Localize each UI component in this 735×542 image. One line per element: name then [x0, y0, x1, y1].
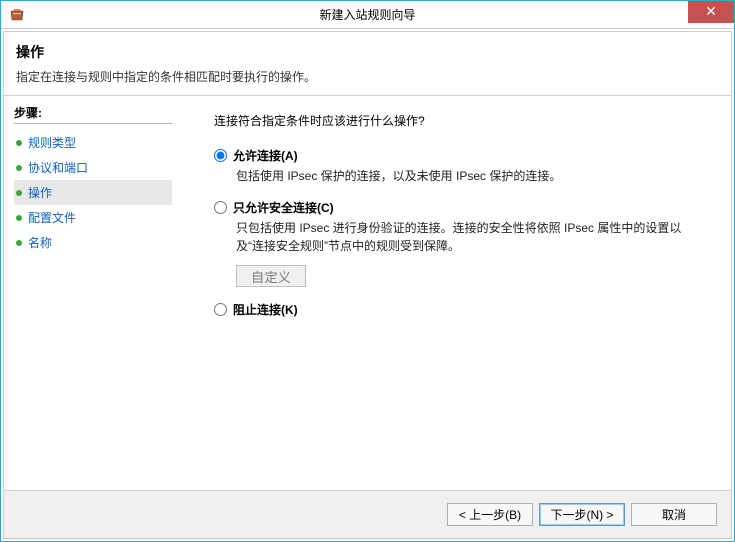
option-allow: 允许连接(A) 包括使用 IPsec 保护的连接，以及未使用 IPsec 保护的… [214, 147, 711, 185]
step-profile[interactable]: 配置文件 [14, 205, 172, 230]
content: 操作 指定在连接与规则中指定的条件相匹配时要执行的操作。 步骤: 规则类型 协议… [3, 31, 732, 539]
step-link[interactable]: 规则类型 [28, 134, 76, 151]
bullet-icon [16, 140, 22, 146]
cancel-button[interactable]: 取消 [631, 503, 717, 526]
step-link[interactable]: 协议和端口 [28, 159, 88, 176]
page-description: 指定在连接与规则中指定的条件相匹配时要执行的操作。 [16, 68, 719, 85]
window-title: 新建入站规则向导 [1, 6, 734, 23]
step-action[interactable]: 操作 [14, 180, 172, 205]
page-title: 操作 [16, 42, 719, 62]
option-secure-row[interactable]: 只允许安全连接(C) [214, 199, 711, 216]
bullet-icon [16, 240, 22, 246]
option-allow-row[interactable]: 允许连接(A) [214, 147, 711, 164]
step-link[interactable]: 操作 [28, 184, 52, 201]
titlebar: 新建入站规则向导 ✕ [1, 1, 734, 29]
option-secure-desc: 只包括使用 IPsec 进行身份验证的连接。连接的安全性将依照 IPsec 属性… [236, 220, 706, 255]
radio-allow[interactable] [214, 149, 227, 162]
radio-block[interactable] [214, 303, 227, 316]
next-button[interactable]: 下一步(N) > [539, 503, 625, 526]
close-button[interactable]: ✕ [688, 1, 734, 23]
step-rule-type[interactable]: 规则类型 [14, 130, 172, 155]
main-panel: 连接符合指定条件时应该进行什么操作? 允许连接(A) 包括使用 IPsec 保护… [182, 96, 731, 490]
bullet-icon [16, 190, 22, 196]
steps-title: 步骤: [14, 104, 172, 124]
footer: < 上一步(B) 下一步(N) > 取消 [4, 490, 731, 538]
step-link[interactable]: 配置文件 [28, 209, 76, 226]
back-button[interactable]: < 上一步(B) [447, 503, 533, 526]
bullet-icon [16, 215, 22, 221]
step-link[interactable]: 名称 [28, 234, 52, 251]
option-block-row[interactable]: 阻止连接(K) [214, 301, 711, 318]
radio-secure[interactable] [214, 201, 227, 214]
page-header: 操作 指定在连接与规则中指定的条件相匹配时要执行的操作。 [4, 32, 731, 96]
step-protocol-port[interactable]: 协议和端口 [14, 155, 172, 180]
body: 步骤: 规则类型 协议和端口 操作 配置文件 [4, 96, 731, 490]
bullet-icon [16, 165, 22, 171]
steps-sidebar: 步骤: 规则类型 协议和端口 操作 配置文件 [4, 96, 182, 490]
option-secure-label: 只允许安全连接(C) [233, 199, 334, 216]
option-allow-desc: 包括使用 IPsec 保护的连接，以及未使用 IPsec 保护的连接。 [236, 168, 706, 185]
option-allow-label: 允许连接(A) [233, 147, 298, 164]
option-block-label: 阻止连接(K) [233, 301, 298, 318]
action-prompt: 连接符合指定条件时应该进行什么操作? [214, 112, 711, 129]
option-block: 阻止连接(K) [214, 301, 711, 318]
app-icon [9, 7, 25, 23]
wizard-window: 新建入站规则向导 ✕ 操作 指定在连接与规则中指定的条件相匹配时要执行的操作。 … [0, 0, 735, 542]
step-name[interactable]: 名称 [14, 230, 172, 255]
option-secure: 只允许安全连接(C) 只包括使用 IPsec 进行身份验证的连接。连接的安全性将… [214, 199, 711, 287]
customize-button: 自定义 [236, 265, 306, 287]
